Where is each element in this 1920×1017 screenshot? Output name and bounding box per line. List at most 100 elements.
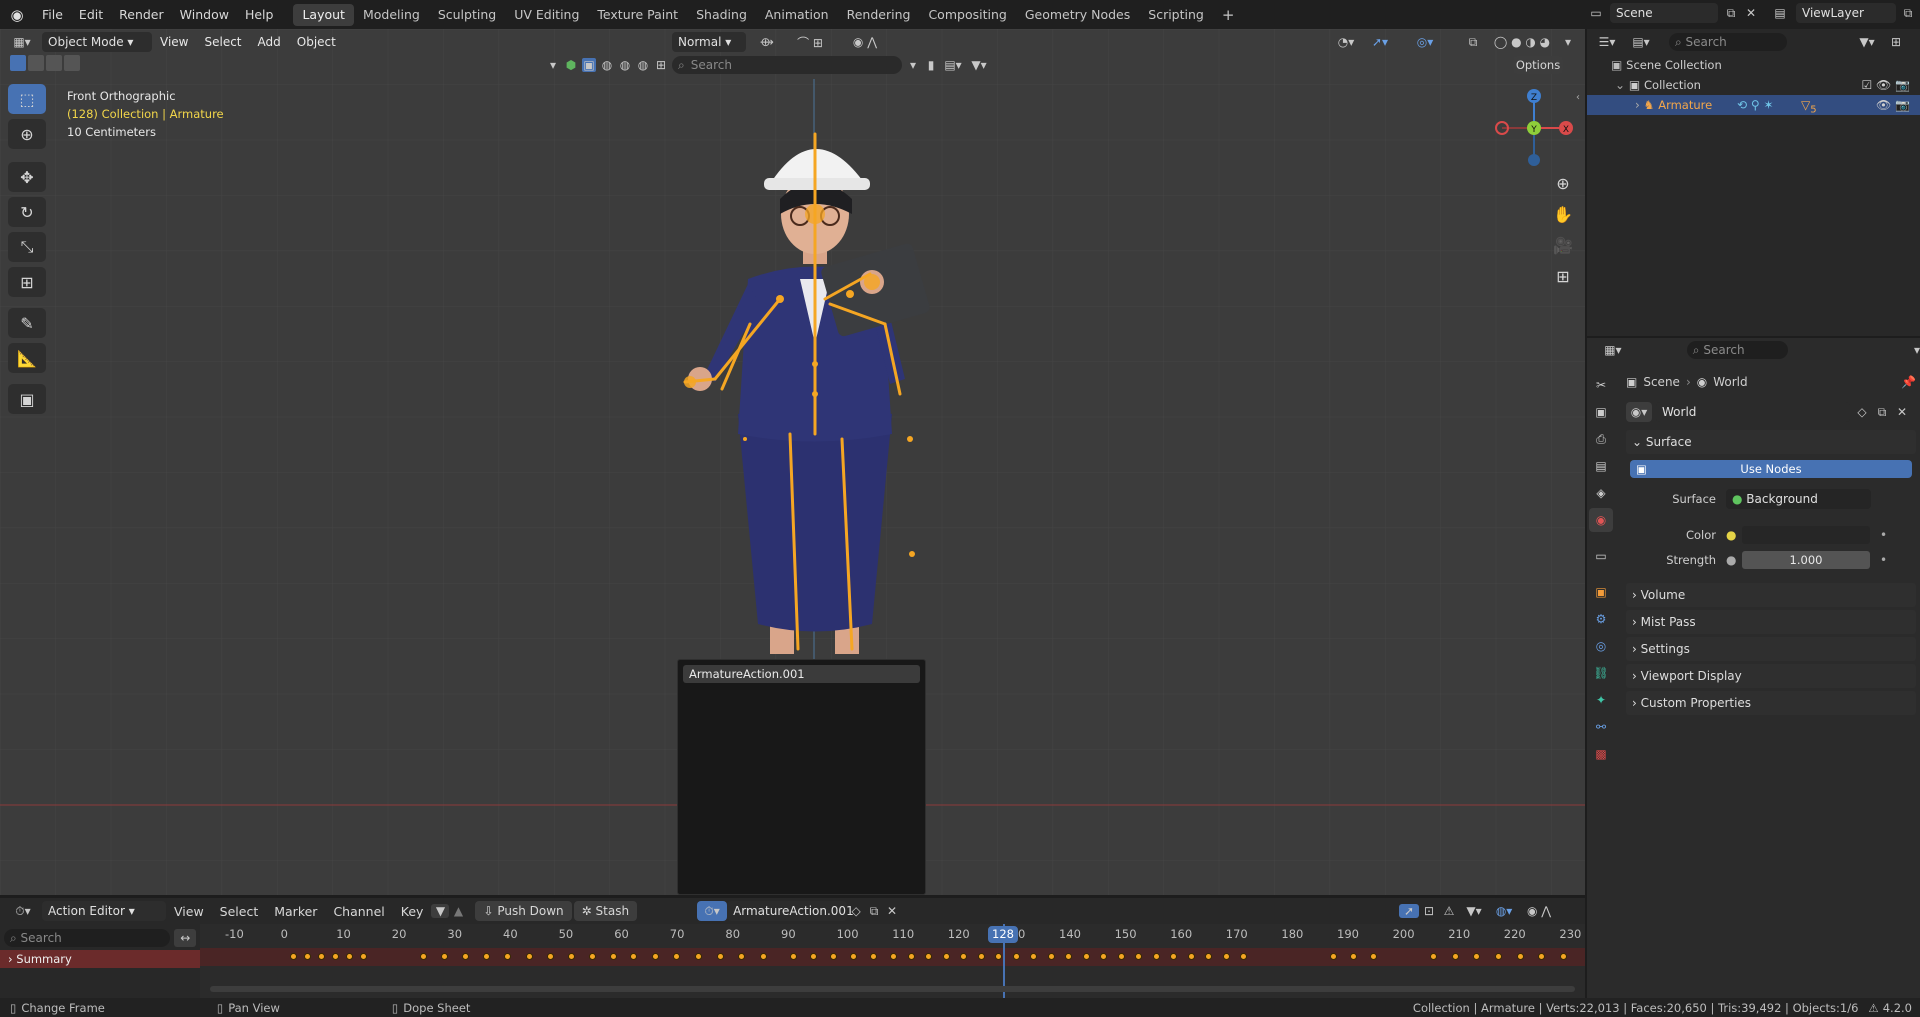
filter-camera-icon[interactable]: ◍ xyxy=(636,58,650,72)
bookmark-icon[interactable]: ▮ xyxy=(924,58,938,72)
keyframe-marker[interactable] xyxy=(1473,953,1481,960)
scene-selector[interactable]: Scene xyxy=(1610,3,1718,23)
keyframe-marker[interactable] xyxy=(567,953,575,960)
fit-width-icon[interactable]: ↔ xyxy=(174,929,196,947)
keyframe-marker[interactable] xyxy=(942,953,950,960)
unlink-world-icon[interactable]: ✕ xyxy=(1894,405,1910,419)
menu-file[interactable]: File xyxy=(34,0,71,29)
keyframe-marker[interactable] xyxy=(1047,953,1055,960)
keyframe-marker[interactable] xyxy=(318,953,325,960)
action-menu-view[interactable]: View xyxy=(166,897,212,926)
texture-tab-icon[interactable]: ▩ xyxy=(1589,742,1613,766)
action-browse-icon[interactable]: ⏱▾ xyxy=(697,901,728,921)
properties-editor-icon[interactable]: ▦▾ xyxy=(1601,343,1625,357)
keyframe-marker[interactable] xyxy=(907,953,915,960)
keyframe-marker[interactable] xyxy=(1330,953,1337,960)
section-settings[interactable]: › Settings xyxy=(1626,637,1916,661)
action-name-field[interactable]: ArmatureAction.001 xyxy=(727,901,854,921)
keyframe-marker[interactable] xyxy=(610,953,617,960)
keyframe-marker[interactable] xyxy=(673,953,681,960)
keyframe-marker[interactable] xyxy=(525,953,533,960)
keyframe-marker[interactable] xyxy=(462,953,470,960)
keyframe-marker[interactable] xyxy=(483,953,491,960)
keyframe-marker[interactable] xyxy=(1065,953,1072,960)
keyframe-marker[interactable] xyxy=(332,953,339,960)
keyframe-marker[interactable] xyxy=(760,953,767,960)
tab-modeling[interactable]: Modeling xyxy=(354,4,429,26)
action-editor-body[interactable]: ⌕ Search ↔ › Summary -10 0 10 20 30 40 50 60 70 8… xyxy=(0,924,1585,998)
breadcrumb-scene[interactable]: Scene xyxy=(1643,375,1680,389)
keyframe-marker[interactable] xyxy=(1240,953,1247,960)
new-collection-icon[interactable]: ⊞ xyxy=(1887,35,1905,49)
dopesheet-proportional-icon[interactable]: ◉ ⋀ xyxy=(1519,904,1559,918)
strength-field[interactable]: 1.000 xyxy=(1742,551,1870,569)
object-data-tab-icon[interactable]: ✦ xyxy=(1589,688,1613,712)
keyframe-marker[interactable] xyxy=(1451,953,1459,960)
show-hidden-icon[interactable]: ⊡ xyxy=(1419,904,1439,918)
dopesheet-editor-icon[interactable]: ⏱▾ xyxy=(8,904,38,919)
layer-down-icon[interactable]: ▼ xyxy=(431,904,450,918)
keyframe-marker[interactable] xyxy=(290,953,297,960)
output-tab-icon[interactable]: ⎙ xyxy=(1589,427,1613,451)
keyframe-marker[interactable] xyxy=(1538,953,1546,960)
keyframe-marker[interactable] xyxy=(1012,953,1020,960)
keyframe-marker[interactable] xyxy=(790,953,797,960)
editor-type-icon[interactable]: ▦▾ xyxy=(6,35,38,49)
keyframe-marker[interactable] xyxy=(1100,953,1107,960)
filter-mesh-icon[interactable]: ▣ xyxy=(582,58,596,72)
section-volume[interactable]: › Volume xyxy=(1626,583,1916,607)
world-browse-icon[interactable]: ◉▾ xyxy=(1626,402,1652,422)
tab-shading[interactable]: Shading xyxy=(687,4,756,26)
select-extend-icon[interactable] xyxy=(28,55,44,71)
options-button[interactable]: Options xyxy=(1513,56,1563,74)
camera-view-icon[interactable]: 🎥 xyxy=(1550,232,1576,258)
filter-light-icon[interactable]: ◍ xyxy=(618,58,632,72)
outliner-filter-icon[interactable]: ▼▾ xyxy=(1853,35,1881,49)
viewport-menu-select[interactable]: Select xyxy=(196,28,249,57)
surface-section-header[interactable]: ⌄ Surface xyxy=(1626,430,1916,454)
bone-tab-icon[interactable]: ⚯ xyxy=(1589,715,1613,739)
tab-rendering[interactable]: Rendering xyxy=(838,4,920,26)
viewlayer-selector[interactable]: ViewLayer xyxy=(1796,3,1896,23)
keyframe-marker[interactable] xyxy=(346,953,353,960)
pivot-icon[interactable]: ⟴ xyxy=(752,35,782,49)
keyframe-marker[interactable] xyxy=(441,953,449,960)
color-swatch[interactable] xyxy=(1742,526,1870,544)
layer-up-icon[interactable]: ▲ xyxy=(449,904,467,918)
sidebar-toggle-icon[interactable]: ‹ xyxy=(1576,92,1580,103)
physics-tab-icon[interactable]: ◎ xyxy=(1589,634,1613,658)
keyframe-marker[interactable] xyxy=(504,953,512,960)
dopesheet-snap-icon[interactable]: ◍▾ xyxy=(1489,904,1519,918)
keyframe-marker[interactable] xyxy=(651,953,659,960)
tab-compositing[interactable]: Compositing xyxy=(919,4,1015,26)
layout-icon[interactable]: ▤▾ xyxy=(942,58,964,72)
keyframe-marker[interactable] xyxy=(1370,953,1377,960)
keyframe-marker[interactable] xyxy=(588,953,596,960)
tab-geometry-nodes[interactable]: Geometry Nodes xyxy=(1016,4,1139,26)
armature-data-icon[interactable]: ▽5 xyxy=(1801,95,1817,120)
fake-user-icon[interactable]: ◇ xyxy=(1854,405,1870,419)
tab-animation[interactable]: Animation xyxy=(756,4,838,26)
object-tab-icon[interactable]: ▣ xyxy=(1589,580,1613,604)
keyframe-marker[interactable] xyxy=(1082,953,1090,960)
visibility-icon[interactable]: ◔▾ xyxy=(1332,35,1360,49)
outliner-search-field[interactable]: ⌕ Search xyxy=(1669,33,1787,51)
close-scene-icon[interactable]: ✕ xyxy=(1744,6,1758,20)
outliner-row-scene-collection[interactable]: ▣ Scene Collection xyxy=(1587,55,1920,75)
annotate-tool-icon[interactable]: ✎ xyxy=(8,308,46,338)
keyframe-marker[interactable] xyxy=(1350,953,1357,960)
keyframe-marker[interactable] xyxy=(304,953,311,960)
add-workspace-button[interactable]: + xyxy=(1213,4,1244,26)
object-mode-selector[interactable]: Object Mode ▾ xyxy=(42,32,152,52)
pan-hand-icon[interactable]: ✋ xyxy=(1550,201,1576,227)
action-menu-channel[interactable]: Channel xyxy=(325,897,392,926)
transform-tool-icon[interactable]: ⊞ xyxy=(8,267,46,297)
shading-dropdown-icon[interactable]: ▾ xyxy=(1560,35,1576,49)
keyframe-marker[interactable] xyxy=(546,953,554,960)
keyframe-marker[interactable] xyxy=(738,953,746,960)
strength-keyframe-icon[interactable]: • xyxy=(1880,553,1887,567)
keyframe-marker[interactable] xyxy=(960,953,967,960)
tab-scripting[interactable]: Scripting xyxy=(1139,4,1213,26)
tab-texture-paint[interactable]: Texture Paint xyxy=(588,4,687,26)
outliner-row-collection[interactable]: ⌄ ▣ Collection ☑ 👁 📷 xyxy=(1587,75,1920,95)
